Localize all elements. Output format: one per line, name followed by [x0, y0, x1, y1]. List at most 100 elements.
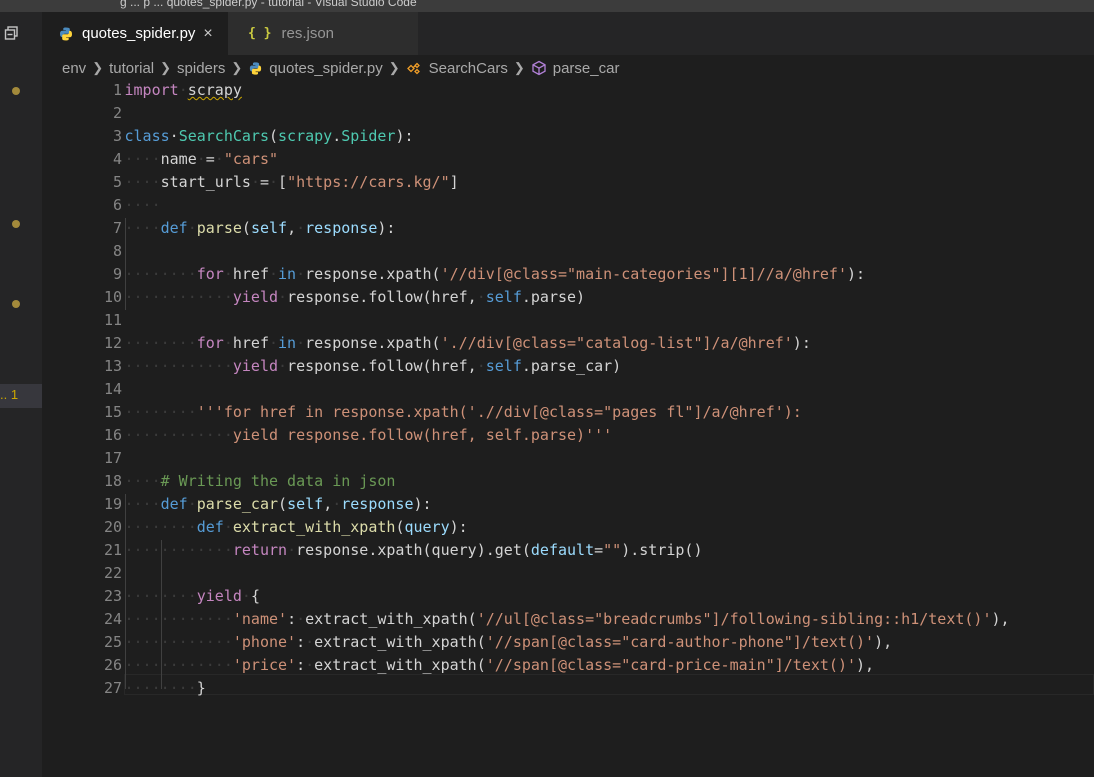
code-token: [	[278, 173, 288, 191]
code-token: 'price'	[232, 656, 297, 674]
tab-res-json[interactable]: { } res.json	[228, 12, 418, 55]
code-line[interactable]: 14	[42, 378, 1094, 401]
close-icon[interactable]: ×	[203, 25, 212, 43]
tab-quotes-spider[interactable]: quotes_spider.py ×	[42, 12, 228, 55]
code-token: for	[196, 265, 224, 283]
code-line[interactable]: 17	[42, 447, 1094, 470]
split-editor-icon[interactable]	[4, 24, 20, 42]
code-token: ·	[305, 633, 315, 651]
code-token: query	[404, 518, 450, 536]
code-token: '''for href in response.xpath('.//div[@c…	[196, 403, 802, 421]
code-token: ):	[395, 127, 414, 145]
code-line[interactable]: 11	[42, 309, 1094, 332]
code-token: ········	[124, 679, 197, 697]
code-token: ····	[124, 150, 161, 168]
code-token: ·	[241, 587, 251, 605]
breadcrumb-item-env[interactable]: env	[62, 60, 86, 77]
code-line[interactable]: 8	[42, 240, 1094, 263]
code-text: ····# Writing the data in json	[125, 470, 396, 493]
code-token: ············	[124, 426, 233, 444]
code-line[interactable]: 6 ····	[42, 194, 1094, 217]
code-line[interactable]: 20 ········def·extract_with_xpath(query):	[42, 516, 1094, 539]
breadcrumb-item-spiders[interactable]: spiders	[177, 60, 225, 77]
code-line[interactable]: 1 import·scrapy	[42, 79, 1094, 102]
code-token: # Writing the data in json	[160, 472, 396, 490]
code-token: ········	[124, 587, 197, 605]
line-number: 17	[103, 449, 122, 467]
code-line[interactable]: 2	[42, 102, 1094, 125]
problem-indicator[interactable]: .. 1	[0, 384, 42, 408]
code-line[interactable]: 18 ····# Writing the data in json	[42, 470, 1094, 493]
code-line[interactable]: 24 ············'name':·extract_with_xpath…	[42, 608, 1094, 631]
code-token: }	[196, 679, 206, 697]
code-token: ·	[296, 610, 306, 628]
code-line[interactable]: 26 ············'price':·extract_with_xpat…	[42, 654, 1094, 677]
code-token: (	[241, 219, 251, 237]
code-token: extract_with_xpath(	[314, 633, 486, 651]
code-text: ············yield response.follow(href, …	[125, 424, 613, 447]
code-line[interactable]: 19 ····def·parse_car(self,·response):	[42, 493, 1094, 516]
code-line[interactable]: 13 ············yield·response.follow(href…	[42, 355, 1094, 378]
code-token: ),	[874, 633, 893, 651]
code-token: ····	[124, 495, 161, 513]
class-icon	[406, 62, 420, 74]
code-token: ············	[124, 357, 233, 375]
chevron-right-icon: ❯	[160, 60, 172, 75]
code-line[interactable]: 16 ············yield response.follow(href…	[42, 424, 1094, 447]
code-token: ·	[223, 265, 233, 283]
code-line[interactable]: 7 ····def·parse(self,·response):	[42, 217, 1094, 240]
code-token: in	[278, 334, 297, 352]
line-number: 14	[103, 380, 122, 398]
code-token: (	[278, 495, 288, 513]
code-token: ····	[124, 472, 161, 490]
code-token: def	[160, 495, 188, 513]
code-token: response.xpath(	[305, 265, 441, 283]
code-token: ·	[476, 357, 486, 375]
code-line[interactable]: 12 ········for·href·in·response.xpath('./…	[42, 332, 1094, 355]
line-number: 16	[103, 426, 122, 444]
breadcrumb-item-file[interactable]: quotes_spider.py	[269, 60, 382, 77]
modified-dot-icon	[12, 87, 20, 95]
code-token: ········	[124, 518, 197, 536]
code-token: self	[287, 495, 324, 513]
code-text: ············return·response.xpath(query)…	[125, 539, 703, 562]
problem-badge: .. 1	[0, 387, 19, 402]
breadcrumb-item-class[interactable]: SearchCars	[429, 60, 508, 77]
code-token: ,	[323, 495, 333, 513]
code-line[interactable]: 15 ········'''for href in response.xpath(…	[42, 401, 1094, 424]
code-editor[interactable]: 1 import·scrapy 2 3 class·SearchCars(scrapy.…	[42, 80, 1094, 777]
code-line[interactable]: 4 ····name·=·"cars"	[42, 148, 1094, 171]
code-token: default	[530, 541, 595, 559]
tab-label: quotes_spider.py	[82, 25, 196, 42]
line-number: 1	[112, 81, 122, 99]
line-number: 6	[112, 196, 122, 214]
code-line[interactable]: 23 ········yield·{	[42, 585, 1094, 608]
breadcrumb-item-tutorial[interactable]: tutorial	[109, 60, 154, 77]
code-line[interactable]: 21 ············return·response.xpath(quer…	[42, 539, 1094, 562]
code-line[interactable]: 22	[42, 562, 1094, 585]
code-line[interactable]: 9 ········for·href·in·response.xpath('//d…	[42, 263, 1094, 286]
code-line[interactable]: 25 ············'phone':·extract_with_xpat…	[42, 631, 1094, 654]
code-token: parse_car	[196, 495, 279, 513]
code-line[interactable]: 27 ········}	[42, 677, 1094, 700]
code-token: ·	[269, 265, 279, 283]
code-token: ·	[296, 334, 306, 352]
code-token: ············	[124, 288, 233, 306]
code-text: ············yield·response.follow(href,·…	[125, 286, 586, 309]
code-line[interactable]: 5 ····start_urls·=·["https://cars.kg/"]	[42, 171, 1094, 194]
code-text: ············'name':·extract_with_xpath('…	[125, 608, 1010, 631]
code-token: class	[124, 127, 170, 145]
json-file-icon: { }	[248, 26, 272, 41]
code-token: ),	[991, 610, 1010, 628]
code-token: ·	[278, 357, 288, 375]
code-token: ·	[187, 495, 197, 513]
code-token: response	[341, 495, 414, 513]
code-line[interactable]: 10 ············yield·response.follow(href…	[42, 286, 1094, 309]
line-number: 27	[103, 679, 122, 697]
code-token: ):	[846, 265, 866, 283]
line-number: 2	[112, 104, 122, 122]
code-token: self	[485, 288, 522, 306]
code-line[interactable]: 3 class·SearchCars(scrapy.Spider):	[42, 125, 1094, 148]
breadcrumb-item-method[interactable]: parse_car	[553, 60, 620, 77]
code-token: '//span[@class="card-author-phone"]/text…	[485, 633, 875, 651]
